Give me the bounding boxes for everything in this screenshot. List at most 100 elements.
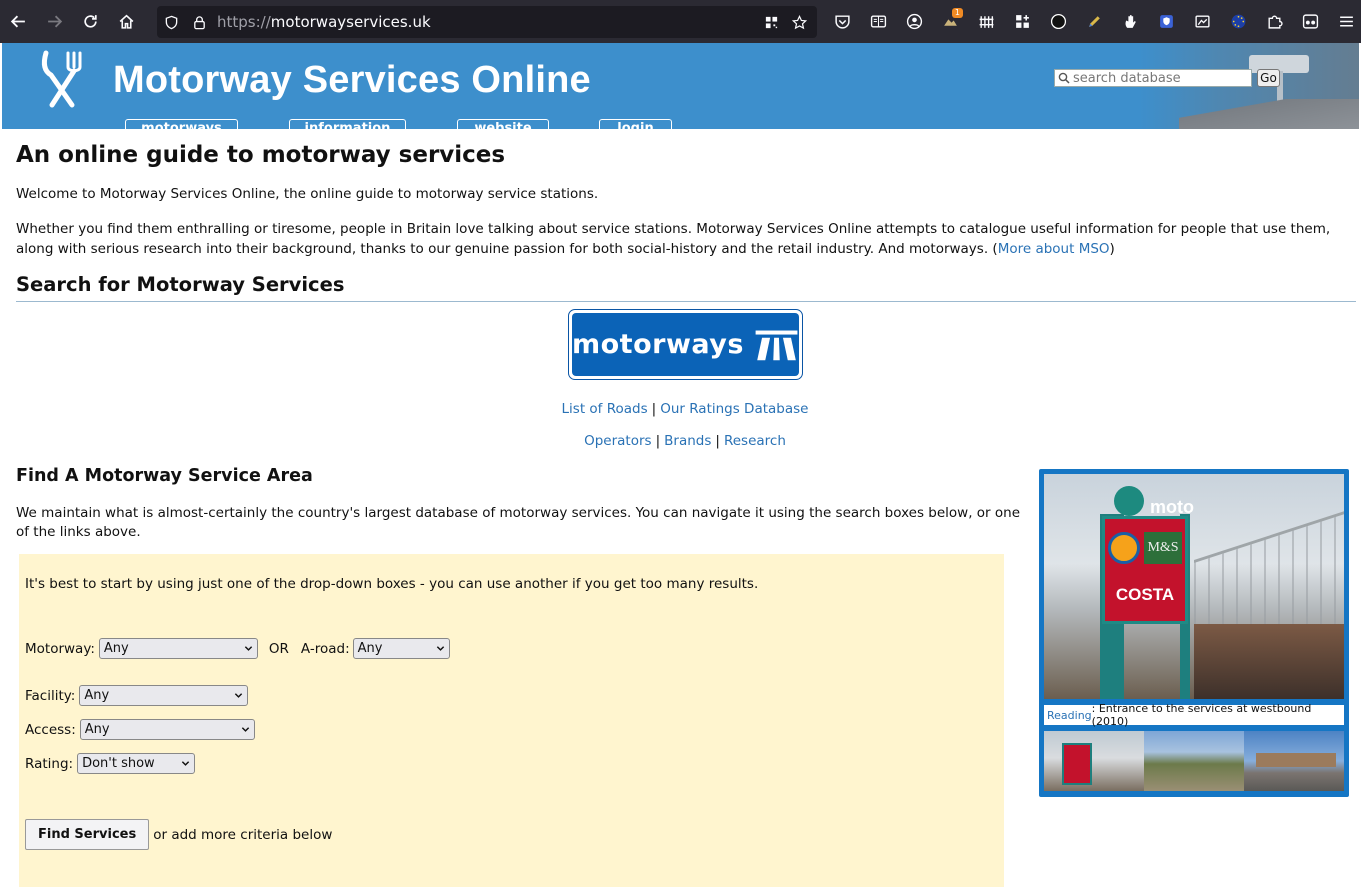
access-select[interactable]: Any	[79, 719, 255, 740]
photo-thumbnail[interactable]	[1244, 731, 1344, 791]
find-area-description: We maintain what is almost-certainly the…	[16, 505, 1021, 540]
photo-sign-costa: COSTA	[1115, 585, 1175, 604]
eu-flag-icon[interactable]	[1220, 0, 1256, 43]
motorway-select-value: Any	[103, 641, 129, 656]
rating-row: Rating: Don't show	[25, 753, 196, 774]
sticker-icon[interactable]	[1184, 0, 1220, 43]
star-icon[interactable]	[785, 6, 813, 38]
database-search-box[interactable]	[1054, 69, 1252, 87]
forward-arrow-icon[interactable]	[36, 0, 72, 43]
address-bar[interactable]: https://motorwayservices.uk	[157, 6, 817, 38]
tab-motorways[interactable]: motorways	[125, 119, 238, 129]
rating-select[interactable]: Don't show	[77, 753, 196, 774]
tab-login[interactable]: login	[599, 119, 672, 129]
account-icon[interactable]	[896, 0, 932, 43]
tab-information[interactable]: information	[289, 119, 406, 129]
reload-icon[interactable]	[72, 0, 108, 43]
menu-icon[interactable]	[1328, 0, 1361, 43]
extension-badge-icon[interactable]: 1	[932, 0, 968, 43]
services-search-form: It's best to start by using just one of …	[19, 554, 1004, 887]
hand-icon[interactable]	[1112, 0, 1148, 43]
page-title: An online guide to motorway services	[16, 142, 506, 168]
facility-row: Facility: Any	[25, 685, 249, 706]
aroad-select[interactable]: Any	[352, 638, 450, 659]
or-label: OR	[268, 640, 289, 657]
motorways-sign-link[interactable]: motorways	[568, 309, 803, 380]
brands-link[interactable]: Brands	[664, 433, 711, 449]
facility-select[interactable]: Any	[79, 685, 249, 706]
reader-view-icon[interactable]	[860, 0, 896, 43]
lock-icon[interactable]	[185, 6, 213, 38]
access-select-value: Any	[84, 722, 110, 737]
pencil-icon[interactable]	[1076, 0, 1112, 43]
grid-plus-icon[interactable]	[1004, 0, 1040, 43]
photo-caption-text: : Entrance to the services at westbound …	[1091, 702, 1312, 728]
ratings-database-link[interactable]: Our Ratings Database	[660, 401, 808, 417]
puzzle-icon[interactable]	[1256, 0, 1292, 43]
pocket-icon[interactable]	[824, 0, 860, 43]
photo-thumbnail[interactable]	[1144, 731, 1244, 791]
knife-fork-logo-icon[interactable]	[38, 49, 88, 109]
aroad-select-value: Any	[357, 641, 383, 656]
link-separator: |	[715, 433, 720, 449]
facility-select-value: Any	[84, 688, 110, 703]
link-separator: |	[655, 433, 661, 449]
submit-row: Find Services or add more criteria below	[25, 819, 332, 850]
site-title[interactable]: Motorway Services Online	[113, 59, 591, 102]
search-section-title: Search for Motorway Services	[16, 273, 345, 296]
motorway-symbol-icon	[755, 330, 798, 360]
link-separator: |	[651, 401, 657, 417]
aroad-label: A-road:	[300, 640, 350, 657]
reading-link[interactable]: Reading	[1047, 709, 1092, 722]
tab-website[interactable]: website	[457, 119, 549, 129]
facility-label: Facility:	[25, 687, 76, 704]
motorway-label: Motorway:	[25, 640, 95, 657]
browser-toolbar: https://motorwayservices.uk 1	[0, 0, 1361, 43]
chevron-down-icon	[235, 693, 243, 698]
search-go-button[interactable]: Go	[1257, 69, 1280, 87]
services-main-photo[interactable]: M&S COSTA moto	[1044, 474, 1344, 699]
shield-icon[interactable]	[157, 6, 185, 38]
section-divider	[16, 301, 1356, 302]
intro-description: Whether you find them enthralling or tir…	[16, 219, 1336, 259]
more-criteria-text: or add more criteria below	[153, 826, 333, 843]
operators-link[interactable]: Operators	[584, 433, 651, 449]
shield-badge-icon[interactable]	[1148, 0, 1184, 43]
extensions-bar: 1	[824, 0, 1361, 43]
rating-label: Rating:	[25, 755, 74, 772]
chevron-down-icon	[436, 646, 444, 651]
find-area-title: Find A Motorway Service Area	[16, 466, 313, 486]
more-about-mso-link[interactable]: More about MSO	[998, 241, 1110, 257]
intro-description-end: )	[1109, 241, 1115, 257]
form-tip: It's best to start by using just one of …	[25, 576, 759, 592]
back-arrow-icon[interactable]	[0, 0, 36, 43]
circle-icon[interactable]	[1040, 0, 1076, 43]
home-icon[interactable]	[108, 0, 144, 43]
photo-thumbnail[interactable]	[1044, 731, 1144, 791]
site-header: Motorway Services Online Go motorways in…	[2, 43, 1359, 129]
intro-text: Welcome to Motorway Services Online, the…	[16, 186, 599, 202]
road-row: Motorway: Any OR A-road: Any	[25, 638, 450, 659]
photo-sign-moto: moto	[1114, 486, 1194, 518]
search-icon	[1055, 70, 1073, 86]
motorways-sign-text: motorways	[572, 329, 744, 360]
links-row-secondary: Operators | Brands | Research	[0, 433, 1361, 449]
intro-description-text: Whether you find them enthralling or tir…	[16, 221, 1331, 257]
photo-caption: Reading: Entrance to the services at wes…	[1044, 702, 1344, 728]
photo-sign-ms: M&S	[1144, 532, 1182, 564]
chevron-down-icon	[181, 761, 190, 766]
chevron-down-icon	[244, 646, 253, 651]
fence-icon[interactable]	[968, 0, 1004, 43]
list-of-roads-link[interactable]: List of Roads	[562, 401, 648, 417]
find-services-button[interactable]: Find Services	[25, 819, 150, 850]
glasses-icon[interactable]	[1292, 0, 1328, 43]
qr-code-icon[interactable]	[757, 6, 785, 38]
access-row: Access: Any	[25, 719, 255, 740]
links-row-primary: List of Roads | Our Ratings Database	[0, 401, 1361, 417]
motorway-select[interactable]: Any	[98, 638, 258, 659]
chevron-down-icon	[241, 727, 249, 732]
url-text: https://motorwayservices.uk	[217, 13, 431, 31]
photo-gallery: M&S COSTA moto Reading: Entrance to the …	[1039, 469, 1349, 797]
database-search-input[interactable]	[1073, 70, 1249, 86]
research-link[interactable]: Research	[724, 433, 786, 449]
